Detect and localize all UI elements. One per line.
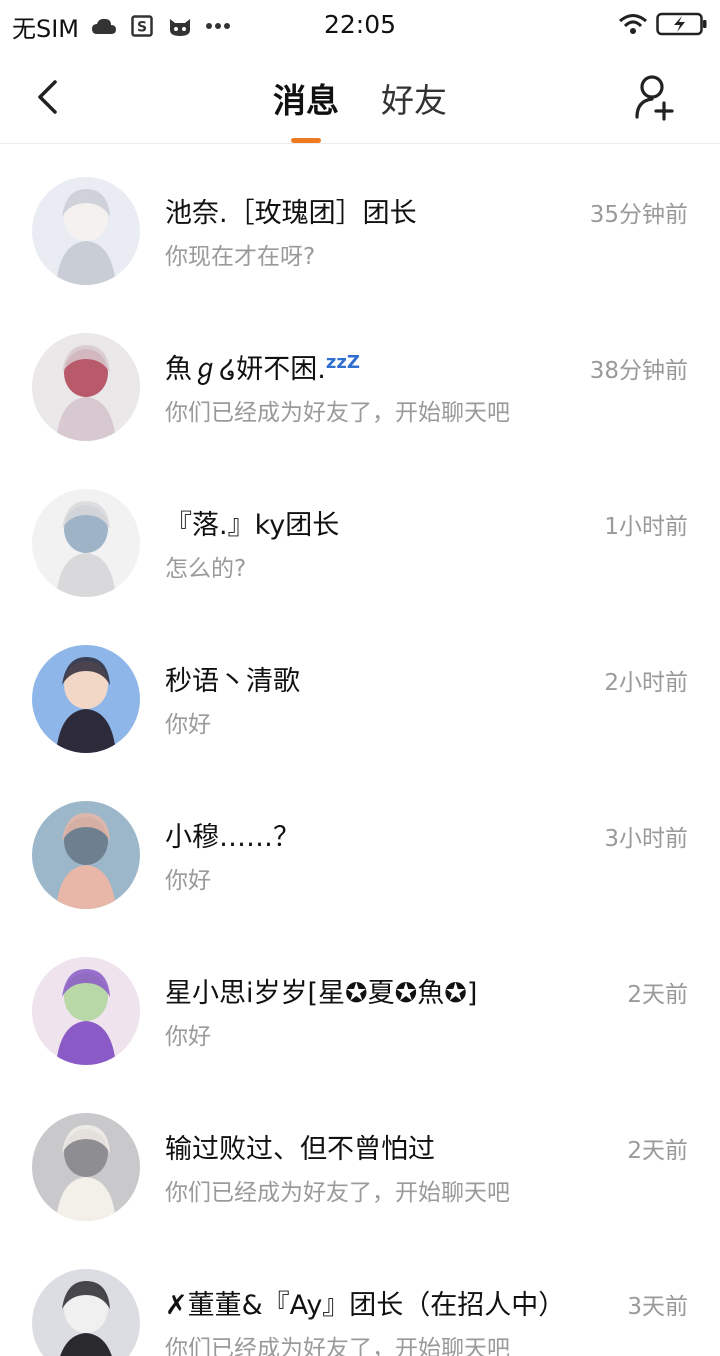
conversation-row[interactable]: 星小思i岁岁[星✪夏✪魚✪] 你好 2天前 [0,925,720,1081]
avatar[interactable] [32,489,140,597]
message-time: 38分钟前 [589,358,688,384]
message-time: 2天前 [627,1138,688,1164]
status-bar: 无SIM S 22:05 [0,0,720,52]
conversation-row[interactable]: 输过败过、但不曾怕过你们已经成为好友了，开始聊天吧 2天前 [0,1081,720,1237]
contact-name: 『落.』ky团长 [165,503,339,542]
avatar[interactable] [32,333,140,441]
message-preview: 你现在才在呀? [165,244,316,270]
conversation-row[interactable]: 小穆……？ 你好 3小时前 [0,769,720,925]
conversation-row[interactable]: 秒语丶清歌你好 2小时前 [0,613,720,769]
conversation-row[interactable]: 池奈.［玫瑰团］团长你现在才在呀? 35分钟前 [0,145,720,301]
add-friend-button[interactable] [632,70,680,124]
message-preview: 你好 [165,868,211,894]
conversation-row[interactable]: ✗董董&『Ay』团长（在招人中） 你们已经成为好友了，开始聊天吧 3天前 [0,1237,720,1356]
avatar[interactable] [32,645,140,753]
avatar[interactable] [32,177,140,285]
contact-name: 池奈.［玫瑰团］团长 [165,191,417,230]
contact-name-text: 魚ℊ໒妍不困. [165,354,326,385]
message-time: 2小时前 [604,670,688,696]
message-time: 35分钟前 [589,202,688,228]
message-preview: 怎么的? [165,556,247,582]
message-preview: 你们已经成为好友了，开始聊天吧 [165,1336,510,1356]
active-tab-indicator [291,138,321,143]
conversation-row[interactable]: 『落.』ky团长怎么的? 1小时前 [0,457,720,613]
add-user-icon [635,75,674,121]
tab-bar: 消息 好友 [0,74,720,143]
contact-name: 输过败过、但不曾怕过 [165,1127,435,1166]
message-time: 3天前 [627,1294,688,1320]
message-time: 1小时前 [604,514,688,540]
contact-name-text: 星小思i岁岁[星✪夏✪魚✪] [165,978,478,1009]
message-preview: 你们已经成为好友了，开始聊天吧 [165,1180,510,1206]
message-preview: 你好 [165,712,211,738]
status-time: 22:05 [323,10,397,39]
avatar[interactable] [32,1113,140,1221]
tab-messages-label: 消息 [273,81,339,120]
contact-name-text: ✗董董&『Ay』团长（在招人中） [165,1290,566,1321]
message-time: 3小时前 [604,826,688,852]
status-bar-right [618,12,708,40]
tab-friends-label: 好友 [381,81,447,120]
sleep-zzz-icon: zzZ [325,352,360,373]
avatar[interactable] [32,1269,140,1356]
contact-name: 星小思i岁岁[星✪夏✪魚✪] [165,971,477,1010]
wifi-icon [618,13,648,39]
message-time: 2天前 [627,982,688,1008]
nav-bar: 消息 好友 [0,52,720,144]
contact-name-text: 『落.』ky团长 [165,510,340,541]
battery-charging-icon [656,12,708,40]
avatar[interactable] [32,801,140,909]
message-preview: 你们已经成为好友了，开始聊天吧 [165,400,510,426]
tab-messages[interactable]: 消息 [269,74,343,143]
contact-name: 魚ℊ໒妍不困.zzZ [165,347,360,386]
contact-name-text: 池奈.［玫瑰团］团长 [165,198,417,229]
contact-name-text: 小穆……？ [165,822,300,853]
contact-name: 小穆……？ [165,815,300,854]
contact-name-text: 秒语丶清歌 [165,666,300,697]
tab-friends[interactable]: 好友 [377,74,451,122]
conversation-row[interactable]: 魚ℊ໒妍不困.zzZ 你们已经成为好友了，开始聊天吧 38分钟前 [0,301,720,457]
contact-name: ✗董董&『Ay』团长（在招人中） [165,1283,565,1322]
message-preview: 你好 [165,1024,211,1050]
contact-name-text: 输过败过、但不曾怕过 [165,1134,435,1165]
avatar[interactable] [32,957,140,1065]
contact-name: 秒语丶清歌 [165,659,300,698]
